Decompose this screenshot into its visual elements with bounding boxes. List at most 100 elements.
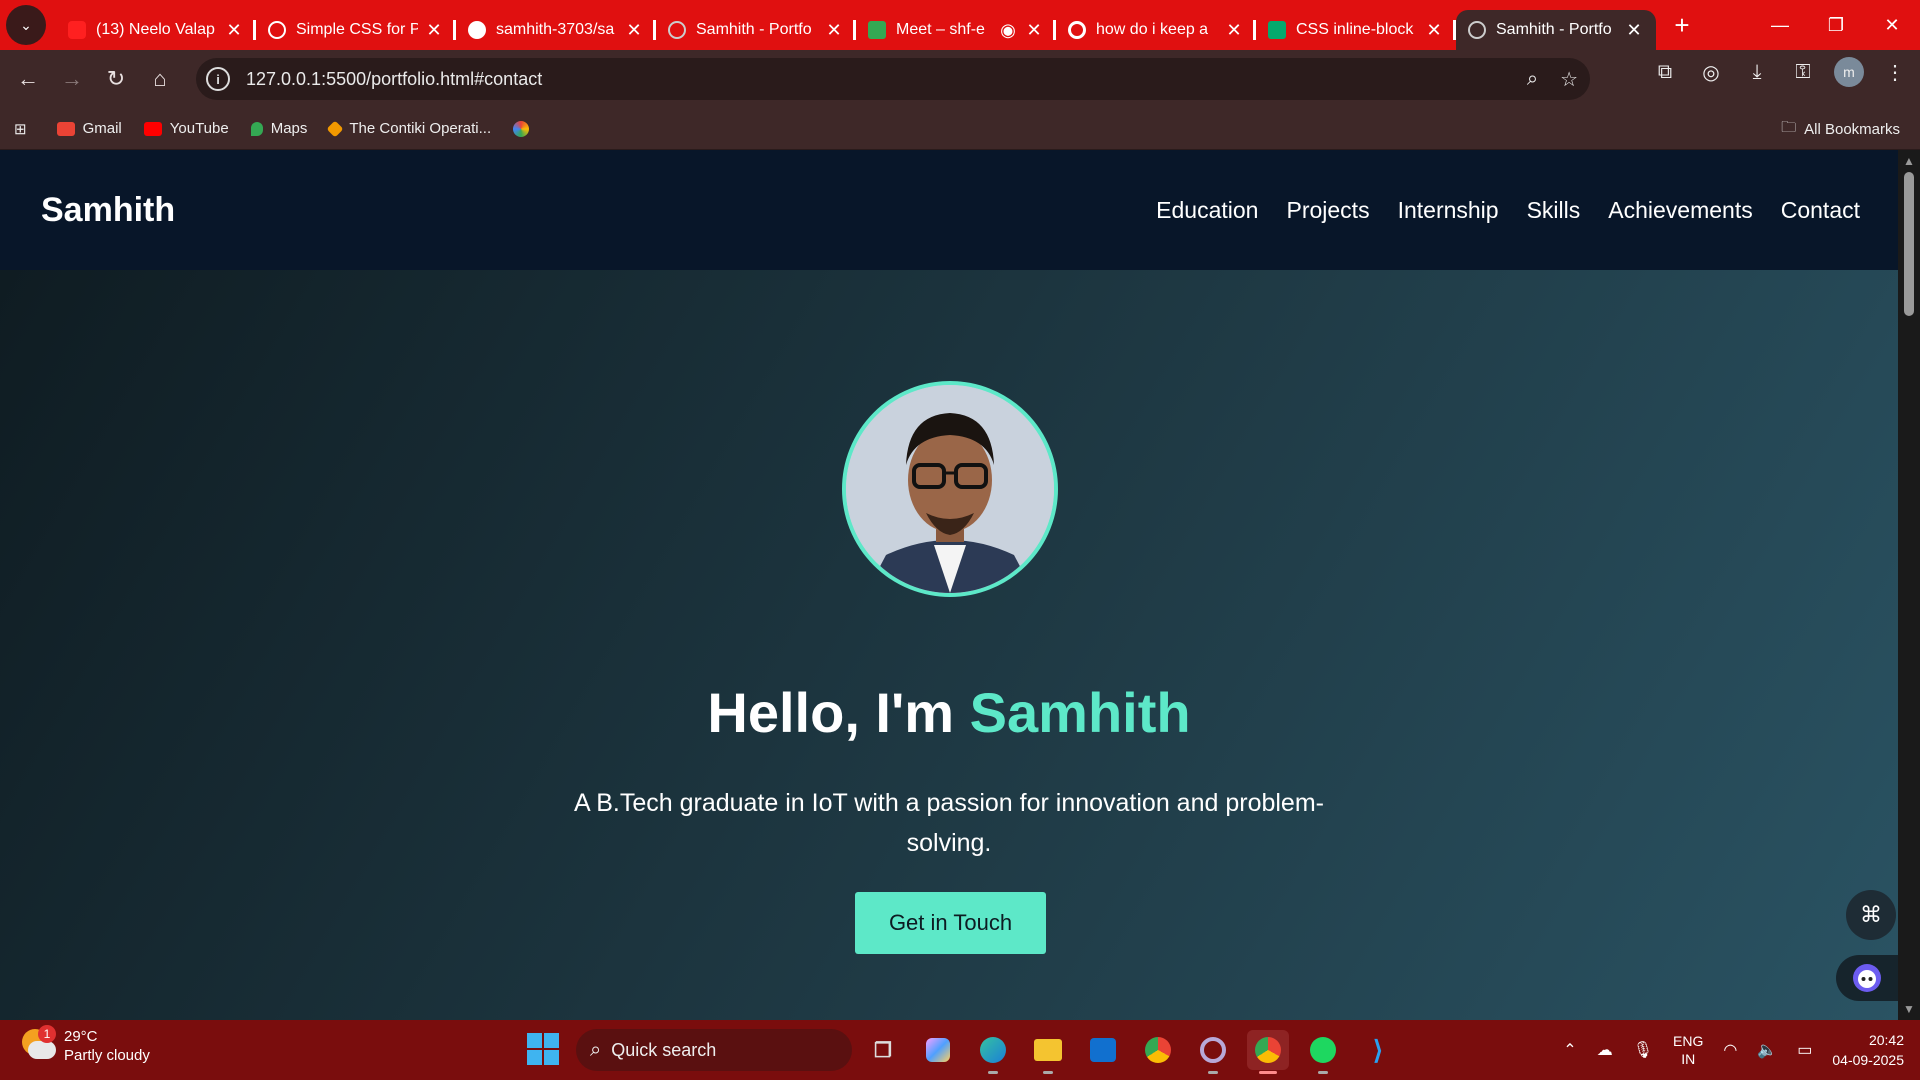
- weather-widget[interactable]: 1 29°C Partly cloudy: [22, 1025, 150, 1064]
- close-icon[interactable]: ✕: [624, 20, 644, 41]
- browser-tab-bar: ⌄ (13) Neelo Valap ✕ Simple CSS for P ✕ sa…: [0, 0, 1920, 50]
- close-icon[interactable]: ✕: [824, 20, 844, 41]
- bookmark-youtube[interactable]: YouTube: [143, 120, 229, 137]
- clock[interactable]: 20:42 04-09-2025: [1832, 1030, 1904, 1070]
- battery-icon[interactable]: ▭: [1797, 1040, 1812, 1060]
- close-icon[interactable]: ✕: [424, 20, 444, 41]
- omnibox-actions: ⌕ ☆: [1527, 58, 1578, 100]
- url-text[interactable]: 127.0.0.1:5500/portfolio.html#contact: [246, 69, 542, 90]
- zoom-icon[interactable]: ⌕: [1527, 68, 1538, 91]
- bookmark-contiki[interactable]: The Contiki Operati...: [326, 120, 492, 137]
- scrollbar-thumb[interactable]: [1904, 172, 1914, 316]
- page-scrollbar[interactable]: ▲ ▼: [1898, 150, 1920, 1020]
- back-button[interactable]: ←: [6, 57, 50, 101]
- nav-link-skills[interactable]: Skills: [1527, 197, 1581, 224]
- nav-link-contact[interactable]: Contact: [1781, 197, 1860, 224]
- close-icon[interactable]: ✕: [1224, 20, 1244, 41]
- screenshot-icon[interactable]: ◎: [1696, 57, 1726, 87]
- site-nav-links: Education Projects Internship Skills Ach…: [1156, 197, 1860, 224]
- browser-tab[interactable]: how do i keep a ✕: [1056, 10, 1256, 50]
- task-view-icon[interactable]: ❐: [862, 1030, 904, 1070]
- chevron-up-icon[interactable]: ⌃: [1563, 1040, 1576, 1060]
- download-icon[interactable]: ⤓: [1742, 57, 1772, 87]
- browser-tab[interactable]: CSS inline-block ✕: [1256, 10, 1456, 50]
- site-brand[interactable]: Samhith: [41, 191, 175, 230]
- start-button[interactable]: [527, 1033, 559, 1065]
- chrome-profile-icon[interactable]: [1247, 1030, 1289, 1074]
- browser-tab[interactable]: samhith-3703/sa ✕: [456, 10, 656, 50]
- minimize-button[interactable]: —: [1752, 0, 1808, 50]
- forward-button[interactable]: →: [50, 57, 94, 101]
- all-bookmarks-label: All Bookmarks: [1804, 120, 1900, 138]
- spiral-app-icon[interactable]: [1192, 1030, 1234, 1074]
- scroll-down-arrow-icon[interactable]: ▼: [1903, 1002, 1915, 1016]
- quick-search-label: Quick search: [611, 1039, 717, 1060]
- nav-link-internship[interactable]: Internship: [1398, 197, 1499, 224]
- restore-button[interactable]: ❐: [1808, 0, 1864, 50]
- get-in-touch-button[interactable]: Get in Touch: [855, 892, 1046, 954]
- browser-tab[interactable]: Samhith - Portfo ✕: [656, 10, 856, 50]
- close-window-button[interactable]: ✕: [1864, 0, 1920, 50]
- more-menu-icon[interactable]: ⋮: [1880, 57, 1910, 87]
- floating-assistant-button[interactable]: [1836, 955, 1898, 1001]
- clock-date: 04-09-2025: [1832, 1052, 1904, 1068]
- chevron-down-icon: ⌄: [20, 16, 32, 33]
- reload-button[interactable]: ↻: [94, 57, 138, 101]
- chatgpt-icon: [268, 21, 286, 39]
- scroll-up-arrow-icon[interactable]: ▲: [1903, 154, 1915, 168]
- language-indicator[interactable]: ENG IN: [1673, 1032, 1703, 1068]
- site-navbar: Samhith Education Projects Internship Sk…: [0, 150, 1898, 270]
- bookmark-gmail[interactable]: Gmail: [56, 120, 122, 137]
- hero-section: Hello, I'm Samhith A B.Tech graduate in …: [0, 270, 1898, 1020]
- browser-tab[interactable]: (13) Neelo Valap ✕: [56, 10, 256, 50]
- nav-link-projects[interactable]: Projects: [1286, 197, 1369, 224]
- hero-name: Samhith: [969, 681, 1191, 744]
- w3schools-icon: [1268, 21, 1286, 39]
- close-icon[interactable]: ✕: [1624, 20, 1644, 41]
- extensions-icon[interactable]: ⧉: [1650, 57, 1680, 87]
- all-bookmarks-button[interactable]: 🗀 All Bookmarks: [1781, 108, 1900, 150]
- file-explorer-icon[interactable]: [1027, 1030, 1069, 1074]
- outlook-icon[interactable]: [1082, 1030, 1124, 1070]
- vscode-icon[interactable]: ⟩: [1357, 1030, 1399, 1070]
- quick-search-box[interactable]: ⌕ Quick search: [576, 1029, 852, 1071]
- browser-tab[interactable]: Simple CSS for P ✕: [256, 10, 456, 50]
- bookmark-star-icon[interactable]: ☆: [1560, 67, 1578, 92]
- microphone-icon[interactable]: 🎙: [1633, 1040, 1653, 1060]
- profile-photo: [842, 381, 1058, 597]
- bookmark-pinwheel[interactable]: [513, 120, 537, 137]
- bookmark-maps[interactable]: Maps: [250, 120, 307, 137]
- youtube-icon: [68, 21, 86, 39]
- omnibox[interactable]: i 127.0.0.1:5500/portfolio.html#contact …: [196, 58, 1590, 100]
- nav-link-education[interactable]: Education: [1156, 197, 1258, 224]
- edge-icon[interactable]: [972, 1030, 1014, 1074]
- copilot-icon[interactable]: [917, 1030, 959, 1070]
- profile-avatar[interactable]: m: [1834, 57, 1864, 87]
- onedrive-cloud-icon[interactable]: ☁: [1597, 1040, 1613, 1060]
- browser-tab[interactable]: Meet – shf-e ◉ ✕: [856, 10, 1056, 50]
- language-code: ENG: [1673, 1033, 1704, 1049]
- tab-search-button[interactable]: ⌄: [6, 5, 46, 45]
- close-icon[interactable]: ✕: [1024, 20, 1044, 41]
- address-bar-row: ← → ↻ ⌂ i 127.0.0.1:5500/portfolio.html#…: [0, 50, 1920, 108]
- spotify-icon[interactable]: [1302, 1030, 1344, 1074]
- tab-title: Samhith - Portfo: [1496, 21, 1612, 38]
- new-tab-button[interactable]: +: [1662, 5, 1702, 45]
- taskbar-apps: ❐ ⟩: [862, 1030, 1399, 1074]
- home-button[interactable]: ⌂: [138, 57, 182, 101]
- password-key-icon[interactable]: ⚿: [1788, 57, 1818, 87]
- bookmark-label: The Contiki Operati...: [349, 120, 492, 137]
- close-icon[interactable]: ✕: [1424, 20, 1444, 41]
- globe-icon: [1468, 21, 1486, 39]
- chrome-icon[interactable]: [1137, 1030, 1179, 1070]
- wifi-icon[interactable]: ◠: [1723, 1040, 1737, 1060]
- bookmarks-bar: ⊞ Gmail YouTube Maps The Contiki Operati…: [0, 108, 1920, 150]
- floating-apps-button[interactable]: ⌘: [1846, 890, 1896, 940]
- tab-strip: (13) Neelo Valap ✕ Simple CSS for P ✕ samh…: [56, 0, 1656, 50]
- browser-tab-active[interactable]: Samhith - Portfo ✕: [1456, 10, 1656, 50]
- volume-icon[interactable]: 🔈: [1757, 1040, 1777, 1060]
- nav-link-achievements[interactable]: Achievements: [1608, 197, 1752, 224]
- site-info-icon[interactable]: i: [206, 67, 230, 91]
- apps-grid-icon[interactable]: ⊞: [14, 120, 27, 138]
- close-icon[interactable]: ✕: [224, 20, 244, 41]
